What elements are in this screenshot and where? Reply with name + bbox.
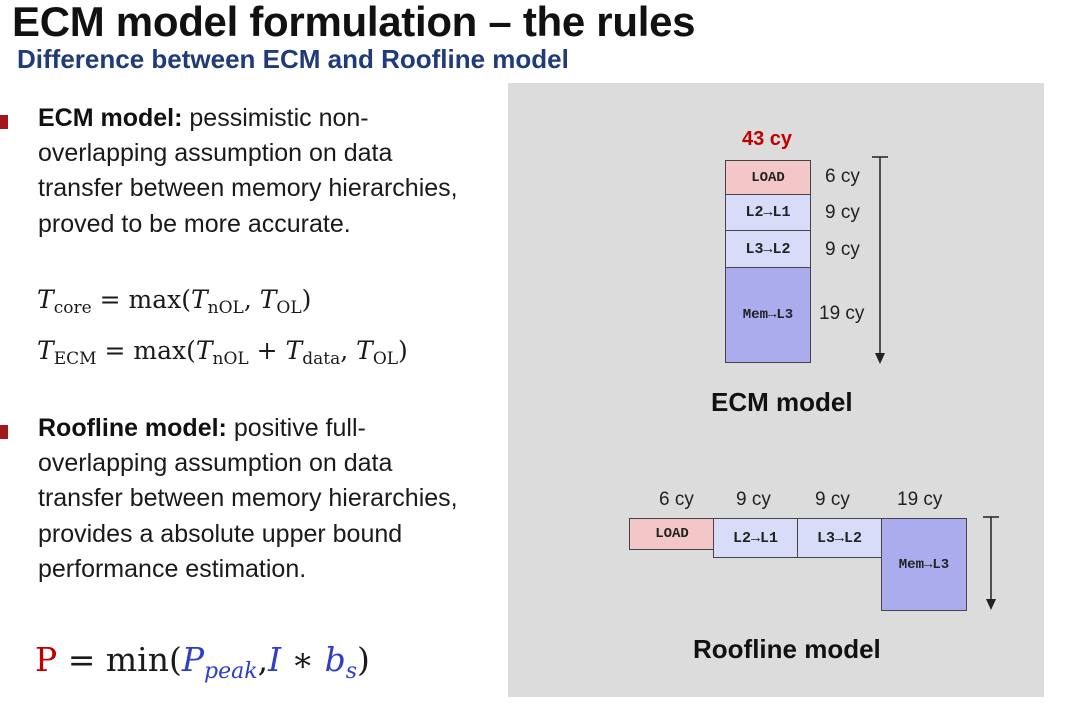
- t-ecm-formula: TECM = max(TnOL + Tdata, TOL): [37, 336, 408, 369]
- bullet-marker: [0, 425, 8, 439]
- t-core-formula: Tcore = max(TnOL, TOL): [37, 285, 312, 318]
- roofline-mem-l3-block: Mem→L3: [881, 518, 967, 611]
- page-subtitle: Difference between ECM and Roofline mode…: [17, 44, 569, 74]
- roofline-model-caption: Roofline model: [693, 634, 881, 664]
- performance-formula: P = min(Ppeak,I ∗ bs): [35, 640, 370, 684]
- ecm-total-cycles: 43 cy: [742, 128, 793, 150]
- ecm-l3-l2-block: L3→L2: [725, 230, 811, 268]
- roofline-load-cycles: 6 cy: [659, 489, 694, 510]
- bullet-marker: [0, 115, 8, 129]
- roofline-time-arrow: [983, 516, 999, 610]
- ecm-load-block: LOAD: [725, 160, 811, 195]
- ecm-mem-l3-block: Mem→L3: [725, 267, 811, 363]
- ecm-load-cycles: 6 cy: [825, 166, 860, 187]
- roofline-l2-l1-cycles: 9 cy: [736, 489, 771, 510]
- roofline-load-block: LOAD: [629, 518, 715, 550]
- ecm-time-arrow: [872, 156, 888, 364]
- ecm-bullet-term: ECM model:: [38, 104, 183, 132]
- roofline-bullet: Roofline model: positive full-overlappin…: [38, 411, 458, 587]
- ecm-model-caption: ECM model: [711, 387, 853, 417]
- roofline-mem-l3-cycles: 19 cy: [897, 489, 943, 510]
- ecm-l2-l1-cycles: 9 cy: [825, 202, 860, 223]
- ecm-l3-l2-cycles: 9 cy: [825, 239, 860, 260]
- roofline-l3-l2-cycles: 9 cy: [815, 489, 850, 510]
- ecm-l2-l1-block: L2→L1: [725, 194, 811, 231]
- ecm-bullet: ECM model: pessimistic non-overlapping a…: [38, 101, 458, 242]
- diagram-panel: 43 cy LOAD 6 cy L2→L1 9 cy L3→L2 9 cy Me…: [508, 83, 1044, 697]
- ecm-mem-l3-cycles: 19 cy: [819, 303, 865, 324]
- roofline-bullet-term: Roofline model:: [38, 414, 227, 442]
- roofline-l2-l1-block: L2→L1: [713, 518, 798, 558]
- roofline-l3-l2-block: L3→L2: [797, 518, 882, 558]
- page-title: ECM model formulation – the rules: [12, 0, 696, 45]
